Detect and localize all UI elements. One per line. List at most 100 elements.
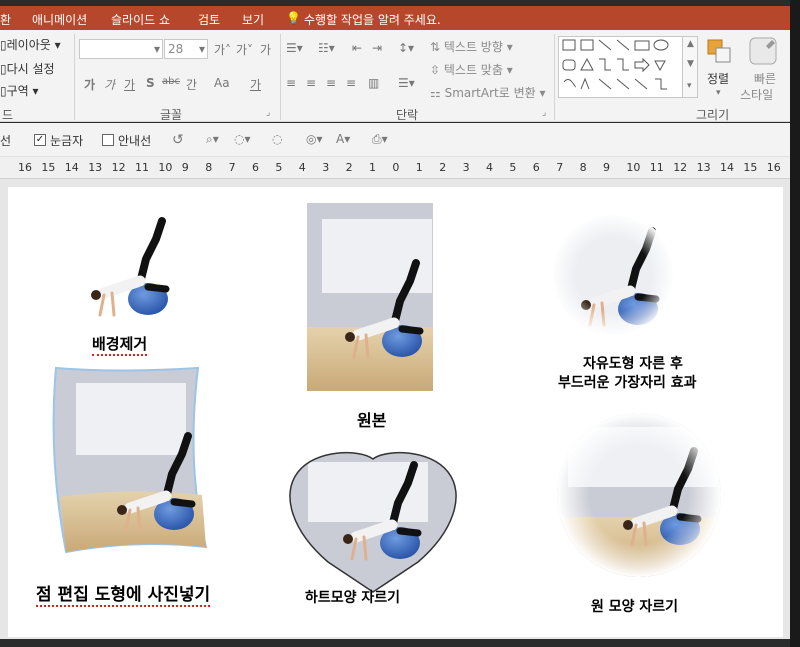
align-text-button[interactable]: ⇳ 텍스트 맞춤 ▾ (430, 61, 513, 78)
separator (280, 34, 281, 120)
decrease-indent-icon[interactable]: ⇤ (352, 41, 362, 55)
quick-styles-label-1[interactable]: 빠른 (754, 70, 776, 87)
format-painter-icon[interactable]: ⎙▾ (372, 132, 388, 147)
tab-review[interactable]: 검토 (198, 11, 220, 28)
text-direction-button[interactable]: ⇅ 텍스트 방향 ▾ (430, 38, 513, 55)
status-area (0, 639, 790, 647)
font-name-box[interactable]: ▾ (79, 39, 163, 59)
ruler-tick-label: 8 (205, 161, 213, 174)
bold-button[interactable]: 가 (84, 76, 95, 93)
right-arrow-shape-icon (634, 57, 650, 73)
shrink-font-icon[interactable]: 가˅ (236, 41, 253, 58)
ribbon: ▯레이아웃 ▾ ▯다시 설정 ▯구역 ▾ 드 ▾ 28 ▾ 가˄ 가˅ 가 가 가… (0, 30, 790, 122)
ruler-tick-label: 6 (532, 161, 540, 174)
align-left-icon[interactable]: ≡ (286, 76, 296, 90)
edit-points-picture[interactable] (52, 366, 208, 554)
change-case-button[interactable]: Aa (214, 76, 230, 90)
numbering-icon[interactable]: ☷▾ (318, 41, 335, 55)
ruler-tick-label: 9 (181, 161, 189, 174)
ruler-tick-label: 7 (556, 161, 564, 174)
ruler-tick-label: 13 (696, 161, 711, 174)
caption-circle[interactable]: 원 모양 자르기 (591, 596, 678, 616)
reset-button[interactable]: ▯다시 설정 (0, 60, 55, 77)
section-button[interactable]: ▯구역 ▾ (0, 82, 39, 99)
shadow-button[interactable]: S (146, 76, 155, 90)
undo-icon[interactable]: ↺ (172, 132, 184, 148)
ruler-tick-label: 14 (64, 161, 79, 174)
ruler-tick-label: 5 (275, 161, 283, 174)
section-icon: ▯ (0, 84, 7, 98)
align-text-icon: ⇳ (430, 63, 444, 77)
ruler-tick-label: 1 (415, 161, 423, 174)
freeform-soft-edge-picture[interactable] (551, 213, 675, 337)
shapes-gallery[interactable] (558, 36, 698, 98)
dialog-launcher-icon[interactable]: ⌟ (542, 108, 546, 118)
layout-icon: ▯ (0, 38, 7, 52)
curve-shape-icon (563, 79, 576, 88)
drawing-group-label: 그리기 (696, 108, 730, 122)
caption-freeform-line2[interactable]: 부드러운 가장자리 효과 (558, 372, 697, 392)
columns-icon[interactable]: ▥ (368, 76, 379, 90)
font-size-box[interactable]: 28 ▾ (164, 39, 208, 59)
layout-button[interactable]: ▯레이아웃 ▾ (0, 36, 61, 53)
char-spacing-button[interactable]: 간 (186, 76, 197, 93)
tab-partial[interactable]: 환 (0, 11, 11, 28)
columns-dropdown-icon[interactable]: ☰▾ (398, 76, 415, 90)
underline-button[interactable]: 가 (124, 76, 135, 93)
window-edge (790, 0, 800, 647)
scroll-up-icon[interactable]: ▲ (687, 39, 694, 49)
ruler-tick-label: 4 (486, 161, 493, 174)
dialog-launcher-icon[interactable]: ⌟ (266, 108, 270, 118)
original-picture[interactable] (307, 203, 433, 391)
clear-format-icon[interactable]: 가 (260, 41, 271, 58)
elbow-arrow-icon (617, 58, 629, 71)
tell-me-box[interactable]: 수행할 작업을 알려 주세요. (304, 11, 441, 28)
slide[interactable]: 배경제거 원본 자유도형 자른 후 부드러운 가장자리 효과 점 편집 도형에 … (8, 187, 783, 637)
arrange-icon[interactable] (706, 38, 734, 69)
caption-heart[interactable]: 하트모양 자르기 (305, 587, 400, 607)
tab-view[interactable]: 보기 (242, 11, 264, 28)
italic-button[interactable]: 가 (104, 76, 115, 93)
circle-picture[interactable] (553, 412, 728, 582)
font-color-button[interactable]: 가 (250, 76, 261, 93)
gridlines-checkbox[interactable]: ✓ (34, 134, 46, 146)
justify-icon[interactable]: ≡ (346, 76, 356, 90)
caption-freeform-line1[interactable]: 자유도형 자른 후 (583, 353, 683, 373)
grow-font-icon[interactable]: 가˄ (214, 41, 231, 58)
chevron-down-icon: ▾ (153, 42, 160, 56)
ruler-tick-label: 3 (322, 161, 330, 174)
caption-edit-points[interactable]: 점 편집 도형에 사진넣기 (36, 580, 211, 607)
background-removed-picture[interactable] (91, 221, 168, 315)
text-effects-icon[interactable]: A▾ (336, 132, 350, 146)
down-arrow-shape-icon (654, 60, 666, 72)
bullets-icon[interactable]: ☰▾ (286, 41, 303, 55)
tab-animations[interactable]: 애니메이션 (32, 11, 87, 28)
shape-outline-icon[interactable]: ◌ (272, 132, 282, 146)
more-icon[interactable]: ▾ (687, 81, 692, 91)
chevron-down-icon: ▾ (716, 88, 721, 98)
shape-fill-icon[interactable]: ◌▾ (234, 132, 251, 146)
increase-indent-icon[interactable]: ⇥ (372, 41, 382, 55)
guides-checkbox[interactable] (102, 134, 114, 146)
line-shape-icon (634, 78, 648, 90)
tab-slideshow[interactable]: 슬라이드 쇼 (111, 11, 170, 28)
align-right-icon[interactable]: ≡ (326, 76, 336, 90)
ruler-tick-label: 5 (509, 161, 517, 174)
smartart-button[interactable]: ⚏ SmartArt로 변환 ▾ (430, 84, 546, 101)
quick-styles-icon[interactable] (748, 36, 778, 69)
horizontal-ruler[interactable]: 16 15 14 13 12 11 10 9 8 7 6 5 4 3 2 1 0 1 2 3 4 5 6 7 8 9 10 11 12 1… (0, 157, 790, 179)
gallery-scroll[interactable]: ▲ ▼ ▾ (682, 36, 698, 98)
ruler-tick-label: 7 (228, 161, 236, 174)
scroll-down-icon[interactable]: ▼ (687, 59, 694, 69)
slide-pictures (52, 203, 728, 597)
caption-background-removed[interactable]: 배경제거 (92, 333, 148, 356)
strikethrough-button[interactable]: abc (162, 76, 180, 87)
screenshot-icon[interactable]: ⌕▾ (206, 132, 219, 147)
paragraph-group-label: 단락 (396, 108, 419, 122)
line-spacing-icon[interactable]: ↕▾ (398, 41, 414, 55)
align-center-icon[interactable]: ≡ (306, 76, 316, 90)
heart-picture[interactable] (288, 447, 458, 597)
shape-effects-icon[interactable]: ◎▾ (306, 132, 323, 146)
arrange-button[interactable]: 정렬 (707, 70, 729, 87)
caption-original[interactable]: 원본 (357, 407, 386, 431)
